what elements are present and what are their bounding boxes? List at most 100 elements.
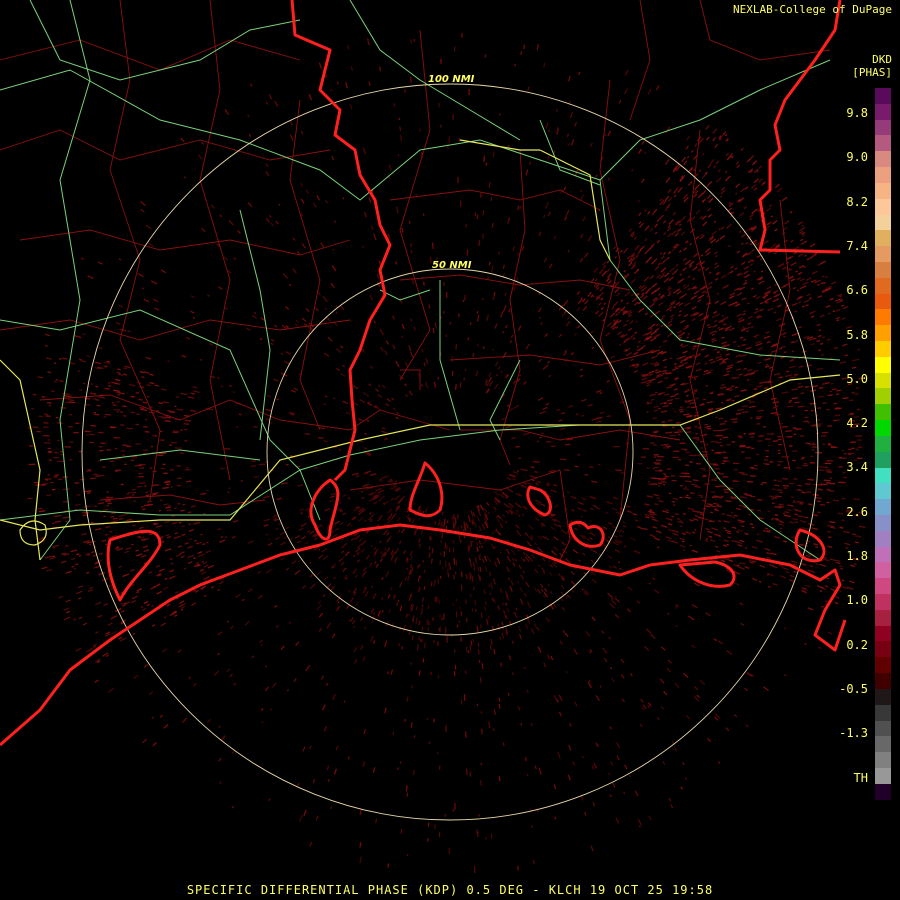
radar-echo: [318, 62, 323, 69]
radar-echo: [706, 295, 710, 298]
radar-echo: [745, 242, 749, 245]
radar-echo: [653, 208, 658, 214]
radar-echo: [536, 588, 542, 595]
radar-echo: [606, 501, 613, 505]
radar-echo: [162, 417, 167, 420]
radar-echo: [737, 317, 744, 321]
radar-echo: [806, 491, 812, 493]
radar-echo: [641, 377, 648, 381]
radar-echo: [547, 155, 550, 160]
radar-echo: [667, 196, 673, 202]
radar-echo: [833, 402, 838, 405]
radar-echo: [490, 543, 495, 550]
radar-echo: [661, 524, 668, 528]
radar-echo: [398, 642, 401, 647]
radar-echo: [755, 340, 762, 344]
radar-echo: [89, 477, 96, 480]
radar-echo: [378, 514, 383, 519]
radar-echo: [577, 298, 583, 305]
radar-echo: [540, 432, 545, 435]
radar-echo: [560, 458, 567, 461]
legend-header: DKD [PHAS]: [824, 53, 892, 79]
radar-echo: [705, 612, 711, 617]
radar-echo: [301, 584, 307, 589]
radar-echo: [265, 217, 271, 224]
radar-echo: [730, 418, 738, 421]
radar-echo: [87, 588, 94, 593]
radar-echo: [663, 231, 667, 236]
radar-echo: [719, 362, 723, 365]
radar-echo: [820, 342, 824, 345]
radar-echo: [683, 472, 690, 475]
radar-echo: [534, 517, 540, 522]
radar-echo: [746, 672, 753, 677]
radar-echo: [776, 489, 783, 492]
radar-echo: [169, 613, 173, 617]
radar-echo: [526, 689, 529, 694]
radar-echo: [342, 364, 345, 368]
radar-echo: [512, 471, 519, 475]
radar-echo: [674, 232, 679, 237]
radar-echo: [836, 319, 840, 322]
radar-echo: [537, 564, 541, 567]
radar-echo: [299, 508, 305, 512]
radar-echo: [663, 402, 667, 405]
radar-echo: [46, 568, 53, 572]
radar-echo: [606, 380, 610, 383]
radar-echo: [677, 314, 682, 317]
radar-echo: [466, 524, 469, 529]
radar-echo: [819, 590, 823, 593]
radar-echo: [705, 184, 709, 188]
radar-echo: [361, 540, 367, 546]
radar-echo: [247, 201, 253, 208]
radar-echo: [372, 767, 376, 773]
radar-echo: [632, 512, 638, 516]
color-scale-segment: [875, 151, 891, 168]
radar-echo: [228, 384, 232, 387]
radar-echo: [749, 217, 753, 221]
radar-echo: [530, 723, 533, 727]
radar-echo: [797, 301, 802, 304]
radar-echo: [488, 584, 491, 587]
radar-echo: [253, 311, 257, 315]
radar-echo: [309, 573, 314, 578]
radar-echo: [744, 532, 749, 536]
radar-echo: [578, 559, 582, 562]
radar-echo: [570, 352, 575, 356]
radar-echo: [557, 520, 560, 523]
radar-echo: [687, 275, 691, 279]
radar-echo: [854, 535, 862, 538]
radar-echo: [550, 489, 557, 493]
radar-echo: [280, 482, 288, 485]
radar-echo: [701, 173, 707, 179]
radar-echo: [139, 200, 147, 207]
radar-echo: [181, 533, 186, 537]
radar-echo: [370, 544, 373, 548]
louisiana-state-border-east: [758, 0, 842, 254]
radar-echo: [735, 161, 740, 165]
radar-echo: [690, 149, 694, 153]
radar-echo: [75, 553, 80, 556]
radar-echo: [467, 337, 470, 341]
radar-echo: [410, 249, 413, 254]
radar-echo: [135, 549, 140, 552]
radar-echo: [671, 515, 674, 518]
radar-echo: [173, 430, 180, 433]
radar-echo: [202, 561, 208, 565]
radar-echo: [779, 347, 782, 350]
radar-echo: [133, 674, 139, 680]
radar-echo: [44, 478, 52, 481]
radar-echo: [385, 437, 388, 440]
radar-echo: [94, 361, 102, 365]
radar-echo: [596, 286, 600, 291]
radar-echo: [677, 229, 681, 233]
radar-echo: [588, 679, 592, 683]
radar-echo: [203, 594, 207, 598]
radar-echo: [757, 509, 762, 512]
radar-echo: [377, 384, 381, 388]
radar-echo: [774, 484, 780, 487]
radar-echo: [349, 524, 353, 528]
radar-echo: [520, 468, 528, 472]
radar-echo: [720, 226, 725, 230]
radar-echo: [679, 361, 684, 364]
